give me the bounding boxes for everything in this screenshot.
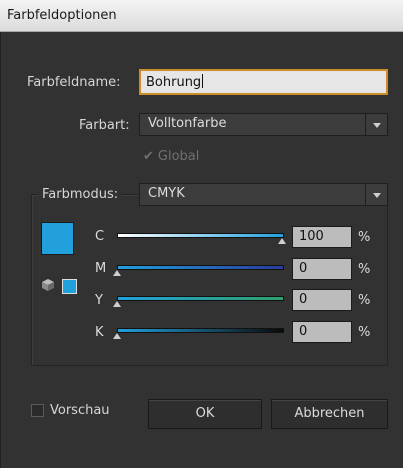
channel-y-thumb[interactable] xyxy=(113,301,121,307)
channel-k-label: K xyxy=(95,325,104,340)
channel-k-thumb[interactable] xyxy=(113,333,121,339)
channel-c-unit: % xyxy=(358,230,371,245)
preview-label: Vorschau xyxy=(50,403,110,418)
channel-c-slider[interactable] xyxy=(117,233,284,238)
channel-m-label: M xyxy=(95,261,107,276)
channel-m-unit: % xyxy=(358,262,371,277)
channel-m-thumb[interactable] xyxy=(113,270,121,276)
window-title: Farbfeldoptionen xyxy=(7,8,117,23)
swatch-name-label: Farbfeldname: xyxy=(27,75,121,90)
chevron-down-icon xyxy=(365,184,387,205)
channel-y-unit: % xyxy=(358,293,371,308)
color-preview-swatch xyxy=(41,222,74,255)
channel-y-input[interactable]: 0 xyxy=(292,289,352,311)
color-type-select[interactable]: Volltonfarbe xyxy=(139,113,388,136)
channel-c-thumb[interactable] xyxy=(278,238,286,244)
color-type-label: Farbart: xyxy=(79,118,130,133)
channel-k-slider[interactable] xyxy=(117,328,284,333)
channel-m-slider[interactable] xyxy=(117,265,284,270)
channel-c-input[interactable]: 100 xyxy=(292,226,352,248)
ok-button[interactable]: OK xyxy=(148,399,262,429)
global-checkbox[interactable]: ✔ Global xyxy=(143,149,199,164)
swatch-name-value: Bohrung xyxy=(146,75,202,90)
color-mode-value: CMYK xyxy=(148,186,185,201)
channel-y-label: Y xyxy=(95,293,103,308)
cancel-button[interactable]: Abbrechen xyxy=(271,399,388,429)
color-type-value: Volltonfarbe xyxy=(148,116,227,131)
color-mode-select[interactable]: CMYK xyxy=(139,183,388,206)
channel-k-unit: % xyxy=(358,325,371,340)
swatch-name-input[interactable]: Bohrung xyxy=(139,69,388,95)
channel-m-input[interactable]: 0 xyxy=(292,258,352,280)
channel-y-slider[interactable] xyxy=(117,296,284,301)
cube-icon[interactable] xyxy=(41,278,55,292)
channel-c-label: C xyxy=(95,229,105,244)
chevron-down-icon xyxy=(365,114,387,135)
checkmark-icon: ✔ xyxy=(143,149,154,164)
preview-checkbox[interactable] xyxy=(31,404,44,417)
color-mode-label: Farbmodus: xyxy=(38,187,123,202)
title-bar: Farbfeldoptionen xyxy=(0,0,403,32)
channel-k-input[interactable]: 0 xyxy=(292,321,352,343)
web-safe-swatch[interactable] xyxy=(62,279,77,294)
global-label: Global xyxy=(157,149,200,164)
